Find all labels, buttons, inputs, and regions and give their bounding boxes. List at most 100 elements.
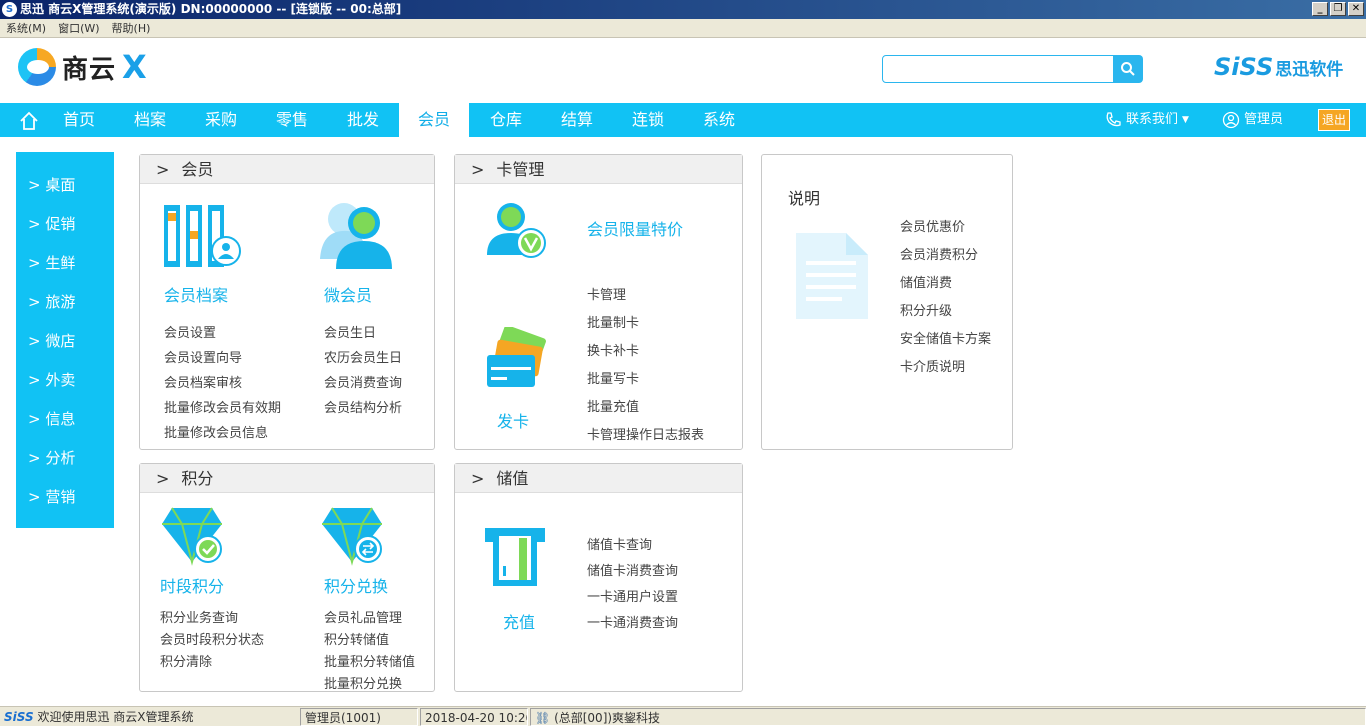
member-structure-analysis-link[interactable]: 会员结构分析: [324, 397, 402, 416]
member-special-price-icon[interactable]: [485, 201, 549, 261]
panel-info-title: 说明: [788, 189, 821, 208]
search-input[interactable]: [882, 55, 1114, 83]
caret-down-icon: ▼: [1182, 115, 1189, 125]
nav-retail[interactable]: 零售: [257, 103, 327, 137]
points-to-stored-link[interactable]: 积分转储值: [324, 629, 389, 648]
header: 商云 X SiSS 思迅软件: [0, 39, 1366, 103]
network-icon: ⛓: [535, 711, 551, 725]
micro-member-link[interactable]: 微会员: [324, 282, 372, 306]
panel-stored: > 储值 充值 储值卡查询 储值卡消费查询 一卡通用户设置 一卡通消费查询: [454, 463, 743, 692]
nav-settlement[interactable]: 结算: [542, 103, 612, 137]
points-exchange-icon[interactable]: [322, 504, 386, 566]
nav-member[interactable]: 会员: [399, 103, 469, 137]
member-spending-query-link[interactable]: 会员消费查询: [324, 372, 402, 391]
lunar-birthday-link[interactable]: 农历会员生日: [324, 347, 402, 366]
siss-logo: SiSS 思迅软件: [1214, 53, 1344, 81]
sidebar-item-marketing[interactable]: > 营销: [16, 478, 114, 517]
info-stored-spending-link[interactable]: 储值消费: [900, 272, 952, 291]
batch-write-card-link[interactable]: 批量写卡: [587, 368, 639, 387]
minimize-button[interactable]: _: [1312, 2, 1328, 16]
period-points-icon[interactable]: [162, 504, 226, 566]
status-datetime: 2018-04-20 10:26: [420, 708, 528, 726]
onecard-user-settings-link[interactable]: 一卡通用户设置: [587, 586, 678, 605]
home-icon[interactable]: [18, 110, 40, 132]
info-secure-card-plan-link[interactable]: 安全储值卡方案: [900, 328, 991, 347]
member-birthday-link[interactable]: 会员生日: [324, 322, 376, 341]
sidebar-item-fresh[interactable]: > 生鲜: [16, 244, 114, 283]
info-member-points-link[interactable]: 会员消费积分: [900, 244, 978, 263]
restore-button[interactable]: ❐: [1330, 2, 1346, 16]
search-button[interactable]: [1113, 55, 1143, 83]
status-welcome: SiSS 欢迎使用思迅 商云X管理系统: [0, 708, 298, 726]
points-query-link[interactable]: 积分业务查询: [160, 607, 238, 626]
member-archive-icon[interactable]: [162, 203, 244, 273]
nav-home[interactable]: 首页: [44, 103, 114, 137]
menu-help[interactable]: 帮助(H): [106, 19, 157, 38]
menu-window[interactable]: 窗口(W): [52, 19, 105, 38]
period-points-status-link[interactable]: 会员时段积分状态: [160, 629, 264, 648]
batch-expiry-link[interactable]: 批量修改会员有效期: [164, 397, 281, 416]
points-exchange-link[interactable]: 积分兑换: [324, 573, 388, 597]
stored-card-query-link[interactable]: 储值卡查询: [587, 534, 652, 553]
sidebar-item-travel[interactable]: > 旅游: [16, 283, 114, 322]
member-special-price-link[interactable]: 会员限量特价: [587, 216, 683, 240]
close-button[interactable]: ✕: [1348, 2, 1364, 16]
stored-card-spending-link[interactable]: 储值卡消费查询: [587, 560, 678, 579]
sidebar-item-info[interactable]: > 信息: [16, 400, 114, 439]
sidebar-item-microstore[interactable]: > 微店: [16, 322, 114, 361]
nav-archive[interactable]: 档案: [115, 103, 185, 137]
member-settings-wizard-link[interactable]: 会员设置向导: [164, 347, 242, 366]
contact-us-menu[interactable]: 联系我们 ▼: [1104, 103, 1189, 137]
nav-system[interactable]: 系统: [684, 103, 754, 137]
panel-points-header: > 积分: [140, 464, 434, 493]
menu-bar: 系统(M) 窗口(W) 帮助(H): [0, 19, 1366, 38]
micro-member-icon[interactable]: [318, 199, 394, 271]
card-log-report-link[interactable]: 卡管理操作日志报表: [587, 424, 704, 443]
member-archive-link[interactable]: 会员档案: [164, 282, 228, 306]
app-logo-icon: S: [2, 2, 17, 17]
recharge-icon[interactable]: [485, 526, 547, 588]
sidebar-item-analysis[interactable]: > 分析: [16, 439, 114, 478]
batch-make-card-link[interactable]: 批量制卡: [587, 312, 639, 331]
info-member-price-link[interactable]: 会员优惠价: [900, 216, 965, 235]
nav-chain[interactable]: 连锁: [613, 103, 683, 137]
points-clear-link[interactable]: 积分清除: [160, 651, 212, 670]
issue-card-link[interactable]: 发卡: [497, 408, 529, 432]
batch-points-to-stored-link[interactable]: 批量积分转储值: [324, 651, 415, 670]
gift-management-link[interactable]: 会员礼品管理: [324, 607, 402, 626]
onecard-spending-link[interactable]: 一卡通消费查询: [587, 612, 678, 631]
sidebar-item-promotion[interactable]: > 促销: [16, 205, 114, 244]
sidebar-item-takeout[interactable]: > 外卖: [16, 361, 114, 400]
nav-warehouse[interactable]: 仓库: [471, 103, 541, 137]
contact-us-label: 联系我们: [1126, 112, 1179, 127]
brand-swirl-icon: [18, 48, 56, 86]
menu-system[interactable]: 系统(M): [0, 19, 52, 38]
period-points-link[interactable]: 时段积分: [160, 573, 224, 597]
info-points-upgrade-link[interactable]: 积分升级: [900, 300, 952, 319]
nav-wholesale[interactable]: 批发: [328, 103, 398, 137]
panel-member-header: > 会员: [140, 155, 434, 184]
card-management-link[interactable]: 卡管理: [587, 284, 626, 303]
batch-edit-member-link[interactable]: 批量修改会员信息: [164, 422, 268, 441]
status-branch: ⛓ (总部[00])爽鋆科技: [530, 708, 1366, 726]
brand-name: 商云: [62, 54, 117, 85]
panel-points: > 积分 时段积分 积分兑换 积分业务查询 会员时段积分状态 积分清除 会员礼品管…: [139, 463, 435, 692]
member-settings-link[interactable]: 会员设置: [164, 322, 216, 341]
recharge-link[interactable]: 充值: [503, 609, 535, 633]
info-card-medium-link[interactable]: 卡介质说明: [900, 356, 965, 375]
sidebar: > 桌面 > 促销 > 生鲜 > 旅游 > 微店 > 外卖 > 信息 > 分析 …: [16, 152, 114, 528]
issue-card-icon[interactable]: [485, 327, 547, 391]
search-icon: [1121, 62, 1135, 76]
panel-points-title: 积分: [181, 469, 214, 488]
main-nav: 首页 档案 采购 零售 批发 会员 仓库 结算 连锁 系统 联系我们 ▼ 管理员: [0, 103, 1366, 137]
member-archive-review-link[interactable]: 会员档案审核: [164, 372, 242, 391]
logout-button[interactable]: 退出: [1318, 109, 1350, 131]
status-user: 管理员(1001): [300, 708, 418, 726]
batch-points-exchange-link[interactable]: 批量积分兑换: [324, 673, 402, 692]
user-menu[interactable]: 管理员: [1222, 103, 1283, 137]
sidebar-item-desktop[interactable]: > 桌面: [16, 166, 114, 205]
batch-recharge-link[interactable]: 批量充值: [587, 396, 639, 415]
nav-purchase[interactable]: 采购: [186, 103, 256, 137]
panel-info: 说明 会员优惠价 会员消费积分 储值消费 积分升级 安全储值卡方案 卡介质说明: [761, 154, 1013, 450]
replace-card-link[interactable]: 换卡补卡: [587, 340, 639, 359]
